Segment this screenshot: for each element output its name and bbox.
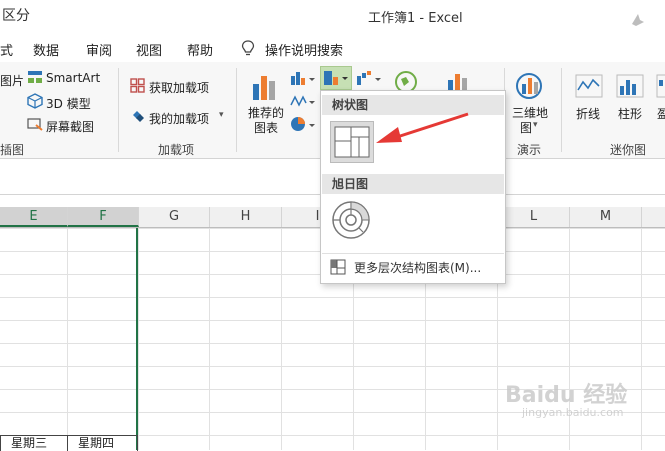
tab-formulas[interactable]: 式 — [0, 40, 13, 59]
screenshot-button[interactable]: 屏幕截图 — [46, 118, 94, 135]
cell-e-weekday[interactable]: 星期三 — [0, 435, 68, 451]
3d-models-button[interactable]: 3D 模型 — [46, 95, 91, 112]
cell-f-weekday[interactable]: 星期四 — [67, 435, 138, 451]
treemap-icon — [324, 71, 348, 85]
sparkline-winloss-button[interactable]: 盈 — [657, 105, 665, 122]
my-addins-icon — [133, 111, 144, 122]
smartart-icon — [28, 71, 42, 83]
treemap-chart-icon — [334, 126, 370, 158]
column-gridline — [641, 228, 642, 450]
addins-group-label: 加载项 — [158, 143, 195, 157]
group-divider — [561, 68, 562, 152]
column-header-h[interactable]: H — [210, 207, 282, 227]
tab-review[interactable]: 审阅 — [86, 40, 112, 59]
group-divider — [236, 68, 237, 152]
column-header-n[interactable] — [642, 207, 665, 227]
waterfall-chart-icon[interactable] — [356, 70, 384, 86]
treemap-chart-button[interactable] — [330, 121, 374, 163]
pie-chart-icon[interactable] — [290, 116, 318, 132]
line-chart-icon[interactable] — [290, 93, 318, 109]
store-icon — [130, 78, 145, 93]
my-addins-dropdown-icon[interactable]: ▾ — [219, 110, 224, 120]
lightbulb-icon — [241, 40, 255, 56]
sparkline-line-icon[interactable] — [575, 74, 603, 98]
sparkline-column-button[interactable]: 柱形 — [618, 105, 642, 122]
illustrations-group-label: 插图 — [0, 143, 25, 157]
more-charts-icon — [330, 259, 346, 275]
screenshot-icon — [27, 118, 43, 131]
sparkline-column-icon[interactable] — [616, 74, 644, 98]
tab-data[interactable]: 数据 — [33, 40, 59, 59]
column-header-e[interactable]: E — [0, 207, 68, 227]
more-hierarchy-charts-label: 更多层次结构图表(M)... — [354, 261, 482, 275]
tab-help[interactable]: 帮助 — [187, 40, 213, 59]
sunburst-chart-icon — [332, 201, 370, 239]
tours-group-label: 演示 — [517, 143, 542, 157]
baidu-watermark: Baidu 经验 — [505, 383, 628, 408]
recommended-charts-icon — [253, 76, 275, 100]
get-addins-button[interactable]: 获取加载项 — [149, 79, 209, 96]
more-hierarchy-charts-item[interactable]: 更多层次结构图表(M)... — [322, 253, 504, 280]
sparkline-winloss-icon[interactable] — [656, 74, 665, 98]
column-header-l[interactable]: L — [498, 207, 570, 227]
group-divider — [118, 68, 119, 152]
column-gridline — [138, 228, 139, 450]
sparklines-group-label: 迷你图 — [610, 143, 647, 157]
column-gridline — [281, 228, 282, 450]
column-chart-icon[interactable] — [290, 70, 318, 86]
bird-icon — [632, 14, 644, 26]
column-gridline — [209, 228, 210, 450]
tell-me-search[interactable]: 操作说明搜索 — [265, 40, 343, 59]
pictures-button[interactable]: 图片 — [0, 72, 24, 89]
column-header-m[interactable]: M — [570, 207, 642, 227]
cube-3d-icon — [27, 93, 43, 109]
tab-view[interactable]: 视图 — [136, 40, 162, 59]
sunburst-chart-button[interactable] — [330, 199, 374, 241]
selected-range[interactable] — [0, 228, 138, 450]
sunburst-section-header: 旭日图 — [322, 174, 504, 194]
window-title: 工作簿1 - Excel — [368, 11, 463, 26]
recommended-charts-line2[interactable]: 图表 — [254, 119, 278, 136]
3d-map-icon[interactable] — [514, 72, 544, 100]
column-header-f[interactable]: F — [68, 207, 139, 227]
3d-map-dropdown-icon[interactable]: ▾ — [533, 120, 538, 130]
red-arrow-annotation — [376, 112, 469, 143]
my-addins-button[interactable]: 我的加载项 — [149, 110, 209, 127]
3d-map-line2[interactable]: 图 — [520, 119, 532, 136]
formula-bar-content[interactable]: 区分 — [2, 5, 30, 25]
smartart-button[interactable]: SmartArt — [46, 71, 100, 85]
title-bar — [0, 0, 665, 32]
column-header-g[interactable]: G — [139, 207, 210, 227]
sparkline-line-button[interactable]: 折线 — [576, 105, 600, 122]
baidu-watermark-url: jingyan.baidu.com — [522, 406, 624, 419]
